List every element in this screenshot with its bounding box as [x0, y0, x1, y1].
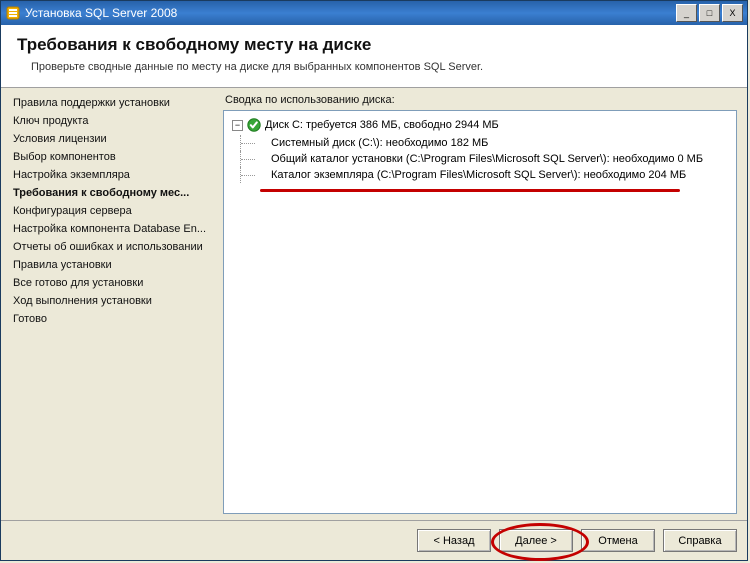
minimize-button[interactable]: _ — [676, 4, 697, 22]
tree-root-label: Диск C: требуется 386 МБ, свободно 2944 … — [265, 117, 499, 133]
tree-child-row[interactable]: Каталог экземпляра (C:\Program Files\Mic… — [240, 167, 728, 183]
tree-child-row[interactable]: Общий каталог установки (C:\Program File… — [240, 151, 728, 167]
footer: < Назад Далее > Отмена Справка — [1, 520, 747, 560]
page-subtitle: Проверьте сводные данные по месту на дис… — [31, 61, 731, 73]
window-controls: _ □ X — [676, 4, 743, 22]
close-button[interactable]: X — [722, 4, 743, 22]
sidebar: Правила поддержки установкиКлюч продукта… — [1, 88, 219, 520]
sidebar-item-5[interactable]: Требования к свободному мес... — [13, 184, 219, 202]
tree-child-label: Системный диск (C:\): необходимо 182 МБ — [271, 135, 488, 151]
sidebar-item-10[interactable]: Все готово для установки — [13, 274, 219, 292]
annotation-underline — [260, 189, 680, 192]
tree-child-label: Каталог экземпляра (C:\Program Files\Mic… — [271, 167, 686, 183]
tree-child-row[interactable]: Системный диск (C:\): необходимо 182 МБ — [240, 135, 728, 151]
page-heading: Требования к свободному месту на диске — [17, 35, 731, 55]
installer-window: Установка SQL Server 2008 _ □ X Требован… — [0, 0, 748, 561]
sidebar-item-1[interactable]: Ключ продукта — [13, 112, 219, 130]
sidebar-item-8[interactable]: Отчеты об ошибках и использовании — [13, 238, 219, 256]
back-button[interactable]: < Назад — [417, 529, 491, 552]
titlebar: Установка SQL Server 2008 _ □ X — [1, 1, 747, 25]
next-button[interactable]: Далее > — [499, 529, 573, 552]
sidebar-item-12[interactable]: Готово — [13, 310, 219, 328]
sidebar-item-6[interactable]: Конфигурация сервера — [13, 202, 219, 220]
summary-label: Сводка по использованию диска: — [225, 94, 737, 106]
sidebar-item-11[interactable]: Ход выполнения установки — [13, 292, 219, 310]
tree-child-label: Общий каталог установки (C:\Program File… — [271, 151, 703, 167]
sidebar-item-0[interactable]: Правила поддержки установки — [13, 94, 219, 112]
cancel-button[interactable]: Отмена — [581, 529, 655, 552]
maximize-button[interactable]: □ — [699, 4, 720, 22]
disk-summary-box[interactable]: − Диск C: требуется 386 МБ, свободно 294… — [223, 110, 737, 514]
help-button[interactable]: Справка — [663, 529, 737, 552]
page-banner: Требования к свободному месту на диске П… — [1, 25, 747, 88]
tree-root-row[interactable]: − Диск C: требуется 386 МБ, свободно 294… — [232, 117, 728, 133]
collapse-icon[interactable]: − — [232, 120, 243, 131]
sidebar-item-9[interactable]: Правила установки — [13, 256, 219, 274]
window-title: Установка SQL Server 2008 — [25, 6, 676, 20]
sidebar-item-7[interactable]: Настройка компонента Database En... — [13, 220, 219, 238]
sidebar-item-4[interactable]: Настройка экземпляра — [13, 166, 219, 184]
sidebar-item-2[interactable]: Условия лицензии — [13, 130, 219, 148]
ok-icon — [247, 118, 261, 132]
sidebar-item-3[interactable]: Выбор компонентов — [13, 148, 219, 166]
body: Правила поддержки установкиКлюч продукта… — [1, 88, 747, 520]
app-icon — [5, 5, 21, 21]
main-panel: Сводка по использованию диска: − Диск C:… — [219, 88, 747, 520]
